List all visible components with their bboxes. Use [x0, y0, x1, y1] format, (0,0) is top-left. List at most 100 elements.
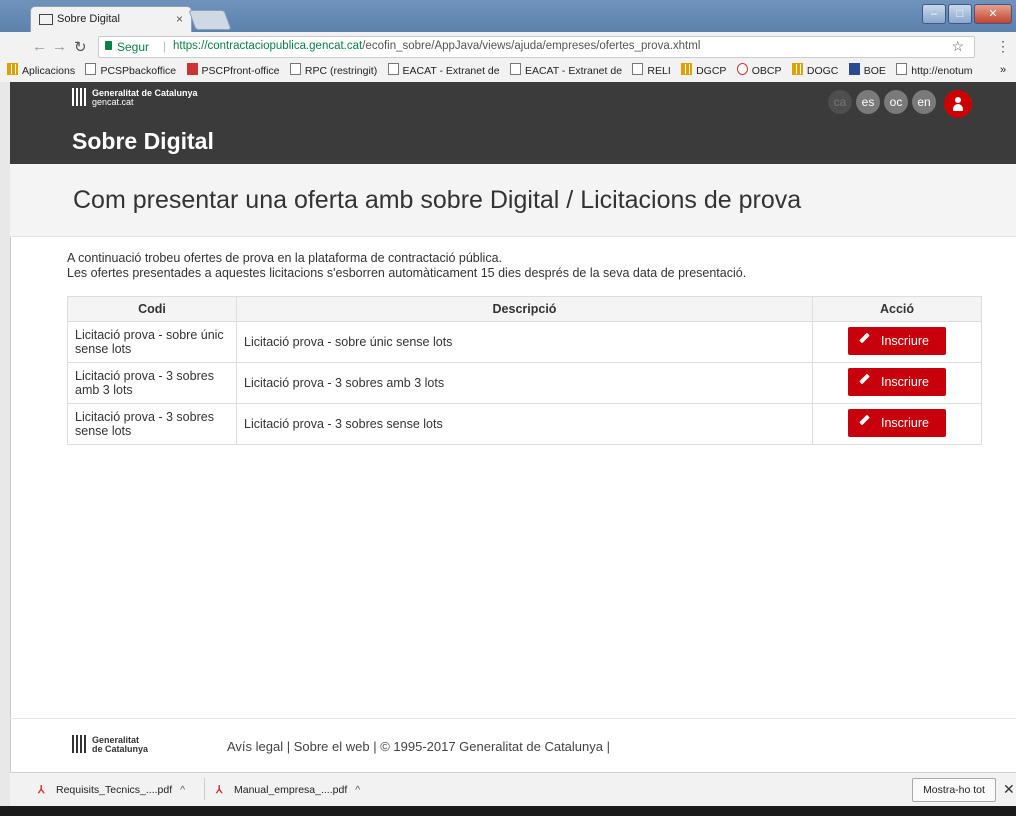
- bookmark-label: http://enotum: [911, 65, 973, 77]
- bookmark-item[interactable]: DOGC: [791, 60, 839, 82]
- cell-description: Licitació prova - sobre únic sense lots: [236, 321, 813, 363]
- user-button[interactable]: [944, 90, 972, 118]
- lang-oc[interactable]: oc: [884, 90, 908, 114]
- bookmark-label: EACAT - Extranet de: [402, 65, 500, 77]
- header-description: Descripció: [236, 296, 813, 322]
- bookmark-item[interactable]: DGCP: [681, 60, 726, 82]
- browser-tab[interactable]: Sobre Digital ×: [30, 6, 192, 33]
- gencat-icon: [186, 63, 198, 75]
- user-icon: [955, 97, 961, 103]
- inscriure-button[interactable]: Inscriure: [848, 367, 946, 396]
- cell-code: Licitació prova - 3 sobres amb 3 lots: [67, 362, 237, 404]
- bookmark-label: PSCPfront-office: [201, 65, 280, 77]
- obcp-icon: [736, 63, 748, 75]
- lock-icon: [105, 41, 112, 50]
- page-title: Com presentar una oferta amb sobre Digit…: [73, 186, 802, 214]
- pdf-icon: ⅄: [38, 784, 45, 796]
- close-icon[interactable]: ✕: [1003, 781, 1015, 798]
- bookmark-label: OBCP: [751, 65, 782, 77]
- cell-description: Licitació prova - 3 sobres sense lots: [236, 403, 813, 445]
- table-row: Licitació prova - sobre únic sense lots …: [67, 321, 982, 363]
- reload-icon[interactable]: ↻: [74, 38, 87, 56]
- bookmark-item[interactable]: RELI: [632, 60, 671, 82]
- secure-label: Segur: [117, 40, 150, 54]
- pencil-icon: [859, 414, 870, 425]
- bookmark-item[interactable]: OBCP: [736, 60, 782, 82]
- bookmark-item[interactable]: http://enotum: [896, 60, 973, 82]
- window-close-button[interactable]: ✕: [974, 4, 1012, 24]
- chevron-up-icon[interactable]: ^: [180, 784, 185, 796]
- bookmarks-more[interactable]: »: [1000, 64, 1006, 76]
- gencat-logo-icon: [72, 735, 86, 753]
- download-item[interactable]: ⅄ Manual_empresa_....pdf ^: [216, 784, 360, 796]
- cell-description: Licitació prova - 3 sobres amb 3 lots: [236, 362, 813, 404]
- url-text: https://contractaciopublica.gencat.cat/e…: [173, 40, 700, 52]
- url-host: https://contractaciopublica.gencat.cat: [173, 40, 363, 52]
- page-icon: [509, 63, 521, 75]
- forward-icon[interactable]: →: [52, 38, 67, 55]
- url-path: /ecofin_sobre/AppJava/views/ajuda/empres…: [362, 40, 701, 52]
- intro-note: Les ofertes presentades a aquestes licit…: [67, 266, 747, 280]
- page-icon: [896, 63, 908, 75]
- bookmark-item[interactable]: PSCPfront-office: [186, 60, 280, 82]
- bookmark-item[interactable]: EACAT - Extranet de: [509, 60, 623, 82]
- boe-icon: [848, 63, 860, 75]
- page-icon: [289, 63, 301, 75]
- page-icon: [85, 63, 97, 75]
- back-icon[interactable]: ←: [32, 38, 47, 55]
- download-item[interactable]: ⅄ Requisits_Tecnics_....pdf ^: [38, 784, 185, 796]
- header-action: Acció: [812, 296, 982, 322]
- bookmark-item[interactable]: BOE: [848, 60, 886, 82]
- bookmark-label: EACAT - Extranet de: [524, 65, 623, 77]
- footer-divider: [10, 718, 1016, 719]
- maximize-button[interactable]: □: [948, 4, 972, 24]
- bookmark-label: RELI: [647, 65, 671, 77]
- tab-title: Sobre Digital: [57, 13, 120, 25]
- lang-en[interactable]: en: [912, 90, 936, 114]
- site-title[interactable]: Sobre Digital: [72, 128, 214, 155]
- bookmark-label: BOE: [863, 65, 886, 77]
- cell-code: Licitació prova - 3 sobres sense lots: [67, 403, 237, 445]
- bookmark-item[interactable]: Aplicacions: [7, 60, 75, 82]
- bookmark-label: Aplicacions: [22, 65, 76, 77]
- inscriure-button[interactable]: Inscriure: [848, 326, 946, 355]
- cell-code: Licitació prova - sobre únic sense lots: [67, 321, 237, 363]
- address-bar[interactable]: Segur | https://contractaciopublica.genc…: [98, 36, 975, 58]
- page-icon: [632, 63, 644, 75]
- bookmark-label: RPC (restringit): [304, 65, 378, 77]
- intro-text: A continuació trobeu ofertes de prova en…: [67, 251, 502, 265]
- inscriure-button[interactable]: Inscriure: [848, 408, 946, 437]
- separator: [204, 778, 205, 800]
- apps-icon: [7, 63, 18, 75]
- lang-es[interactable]: es: [856, 90, 880, 114]
- bookmark-item[interactable]: RPC (restringit): [289, 60, 378, 82]
- footer-logo-line2: de Catalunya: [92, 744, 149, 754]
- taskbar: [0, 806, 1016, 816]
- bookmark-star-icon[interactable]: ☆: [951, 38, 964, 55]
- minimize-button[interactable]: –: [922, 4, 946, 24]
- new-tab-button[interactable]: [188, 10, 232, 30]
- bookmark-item[interactable]: PCSPbackoffice: [85, 60, 176, 82]
- table-header-row: Codi Descripció Acció: [67, 296, 982, 322]
- download-filename: Requisits_Tecnics_....pdf: [56, 784, 173, 796]
- footer-links[interactable]: Avís legal | Sobre el web | © 1995-2017 …: [227, 739, 610, 754]
- gencat-logo-icon: [72, 88, 86, 106]
- pdf-icon: ⅄: [216, 784, 223, 796]
- offers-table: Codi Descripció Acció Licitació prova - …: [67, 296, 982, 445]
- mail-icon: [39, 14, 53, 25]
- menu-icon[interactable]: ⋮: [996, 38, 1010, 55]
- bookmark-item[interactable]: EACAT - Extranet de: [387, 60, 500, 82]
- pencil-icon: [859, 373, 870, 384]
- page-icon: [387, 63, 399, 75]
- table-row: Licitació prova - 3 sobres amb 3 lots Li…: [67, 362, 982, 404]
- pencil-icon: [859, 332, 870, 343]
- chevron-up-icon[interactable]: ^: [355, 784, 360, 796]
- bookmark-label: DOGC: [806, 65, 839, 77]
- tab-close-icon[interactable]: ×: [176, 12, 183, 26]
- bookmarks-bar: Aplicacions PCSPbackoffice PSCPfront-off…: [0, 60, 1016, 83]
- lang-ca[interactable]: ca: [828, 90, 852, 114]
- logo-line2: gencat.cat: [92, 97, 134, 107]
- bookmark-label: DGCP: [696, 65, 727, 77]
- show-all-button[interactable]: Mostra-ho tot: [912, 778, 996, 802]
- download-filename: Manual_empresa_....pdf: [234, 784, 348, 796]
